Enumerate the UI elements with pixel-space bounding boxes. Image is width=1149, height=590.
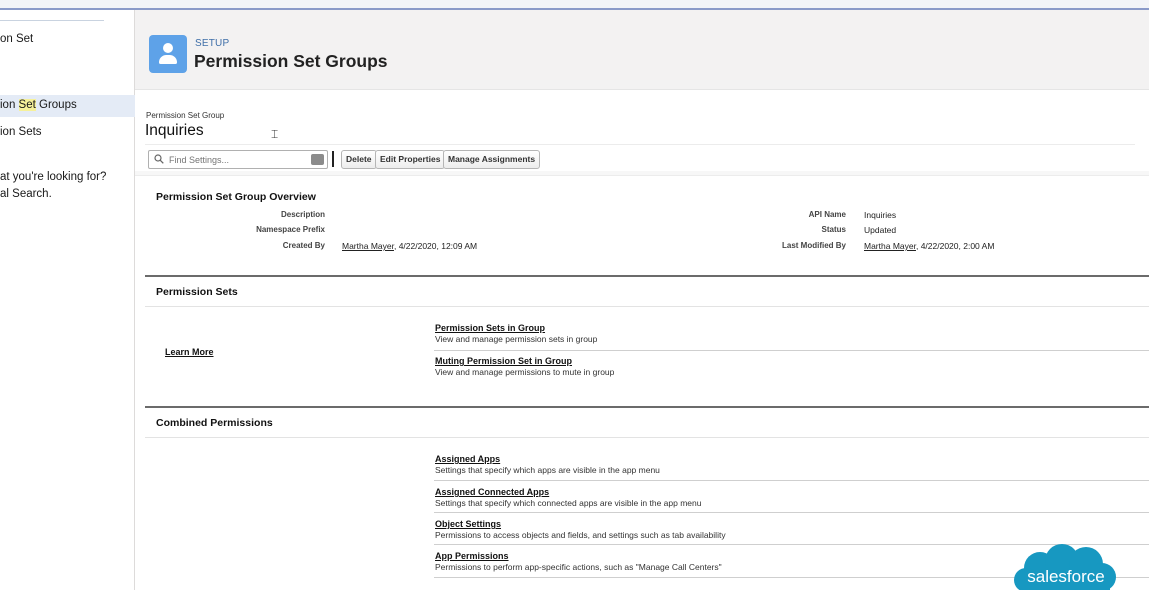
main-content: Permission Set Group Inquiries ⌶ Delete …	[135, 91, 1149, 590]
title-divider	[145, 144, 1135, 145]
muting-permission-set-link[interactable]: Muting Permission Set in Group	[435, 356, 572, 366]
section-header-divider	[145, 437, 1149, 438]
search-highlight: Sets	[18, 126, 42, 138]
object-settings-desc: Permissions to access objects and fields…	[435, 530, 726, 540]
toolbar-divider	[135, 171, 1149, 176]
assigned-connected-apps-link[interactable]: Assigned Connected Apps	[435, 487, 549, 497]
global-search-link[interactable]: al Search.	[0, 186, 52, 203]
permission-sets-heading: Permission Sets	[156, 286, 238, 298]
section-header-divider	[145, 306, 1149, 307]
modified-by-user-link[interactable]: Martha Mayer	[864, 241, 916, 251]
sidebar-help-text: at you're looking for?	[0, 171, 107, 183]
api-name-value: Inquiries	[864, 210, 897, 220]
salesforce-logo: salesforce	[1014, 544, 1116, 590]
assigned-apps-desc: Settings that specify which apps are vis…	[435, 465, 660, 475]
created-by-label: Created By	[282, 241, 325, 250]
created-date: , 4/22/2020, 12:09 AM	[393, 241, 478, 251]
overview-heading: Permission Set Group Overview	[156, 191, 316, 203]
api-name-label: API Name	[808, 210, 846, 219]
salesforce-wordmark: salesforce	[1027, 567, 1104, 586]
status-label: Status	[821, 225, 846, 234]
row-divider	[434, 480, 1149, 481]
find-settings-input[interactable]	[169, 153, 307, 167]
text-cursor-icon: ⌶	[271, 127, 279, 141]
toolbar-separator	[332, 151, 334, 167]
app-permissions-desc: Permissions to perform app-specific acti…	[435, 562, 722, 572]
row-divider	[434, 350, 1149, 351]
combined-permissions-heading: Combined Permissions	[156, 417, 273, 429]
manage-assignments-button[interactable]: Manage Assignments	[443, 150, 541, 169]
namespace-label: Namespace Prefix	[256, 225, 325, 234]
muting-permission-set-desc: View and manage permissions to mute in g…	[435, 367, 615, 377]
user-icon	[149, 35, 187, 73]
page-title: Permission Set Groups	[194, 51, 388, 71]
assigned-connected-apps-desc: Settings that specify which connected ap…	[435, 498, 702, 508]
object-settings-link[interactable]: Object Settings	[435, 519, 501, 529]
description-label: Description	[280, 210, 325, 219]
section-divider	[145, 406, 1149, 408]
assigned-apps-link[interactable]: Assigned Apps	[435, 454, 500, 464]
app-permissions-link[interactable]: App Permissions	[435, 551, 509, 561]
permission-sets-in-group-desc: View and manage permission sets in group	[435, 334, 598, 344]
edit-properties-button[interactable]: Edit Properties	[375, 150, 446, 169]
last-modified-value: Martha Mayer, 4/22/2020, 2:00 AM	[864, 241, 994, 251]
search-icon	[154, 154, 164, 164]
created-by-value: Martha Mayer, 4/22/2020, 12:09 AM	[342, 241, 477, 251]
find-settings-box[interactable]	[148, 150, 328, 169]
header-eyebrow: SETUP	[195, 38, 230, 49]
sidebar-divider	[0, 20, 104, 21]
search-highlight: Set	[18, 99, 36, 111]
setup-sidebar: on Set ion Set Groups ion Sets at you're…	[0, 10, 135, 590]
record-type-label: Permission Set Group	[146, 111, 225, 120]
created-by-user-link[interactable]: Martha Mayer	[342, 241, 394, 251]
sidebar-item-label: ion	[0, 99, 19, 111]
record-title: Inquiries	[145, 122, 204, 139]
page-header: SETUP Permission Set Groups	[135, 10, 1149, 90]
browser-top-strip	[0, 0, 1149, 10]
modified-date: , 4/22/2020, 2:00 AM	[915, 241, 995, 251]
section-divider	[145, 275, 1149, 277]
row-divider	[434, 512, 1149, 513]
sidebar-item-permission-sets[interactable]: ion Sets	[0, 124, 42, 141]
sidebar-item-label: Groups	[35, 99, 77, 111]
permission-sets-in-group-link[interactable]: Permission Sets in Group	[435, 323, 545, 333]
learn-more-link[interactable]: Learn More	[165, 347, 214, 357]
status-value: Updated	[864, 225, 897, 235]
delete-button[interactable]: Delete	[341, 150, 377, 169]
sidebar-item-permission-set-groups[interactable]: ion Set Groups	[0, 95, 135, 117]
sidebar-item-label: ion	[0, 126, 19, 138]
last-modified-label: Last Modified By	[781, 241, 846, 250]
sidebar-item-permission-set[interactable]: on Set	[0, 31, 33, 48]
clear-search-icon[interactable]	[311, 154, 324, 165]
